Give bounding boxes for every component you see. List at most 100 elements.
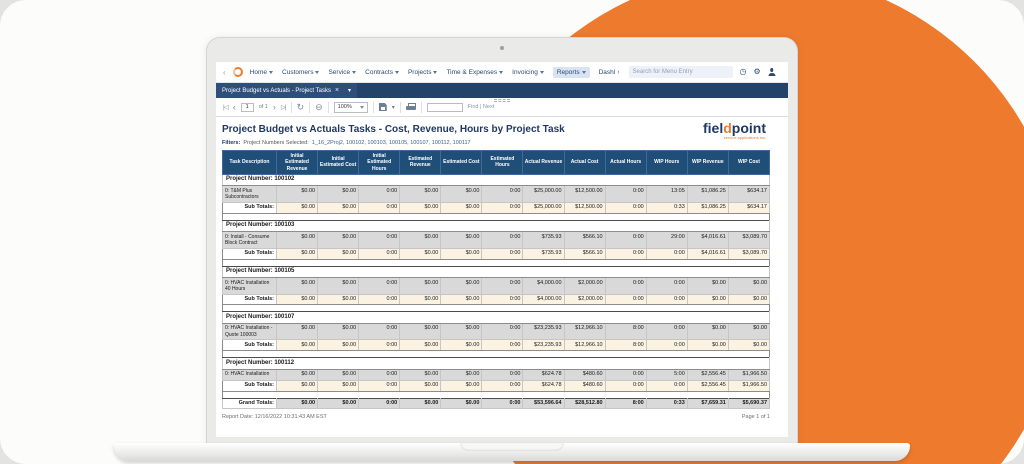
spacer-row bbox=[222, 391, 770, 398]
nav-item-time-expenses[interactable]: Time & Expenses bbox=[446, 69, 504, 76]
page-indicator: Page 1 of 1 bbox=[741, 414, 770, 421]
next-page-button[interactable]: › bbox=[273, 102, 276, 112]
column-header: Initial Estimated Revenue bbox=[275, 150, 319, 175]
report-tab[interactable]: Project Budget vs Actuals - Project Task… bbox=[216, 83, 358, 98]
report-page: Project Budget vs Actuals Tasks - Cost, … bbox=[216, 117, 788, 437]
nav-item-home[interactable]: Home bbox=[250, 69, 274, 76]
print-icon[interactable] bbox=[405, 103, 416, 111]
table-body: Project Number: 100102 0: T&M Plus Subcon… bbox=[222, 173, 771, 410]
toolbar-divider bbox=[309, 101, 311, 113]
sub-totals-row: Sub Totals: $0.00 $0.00 0:00 $0.00 $0.00 0:00 $… bbox=[222, 339, 771, 352]
column-header: WIP Revenue bbox=[686, 150, 729, 175]
nav-item-projects[interactable]: Projects bbox=[408, 69, 438, 76]
toolbar-divider bbox=[399, 101, 401, 113]
toolbar-divider bbox=[420, 101, 422, 113]
task-row: 0: HVAC Installation 40 Hours $0.00 $0.00 0… bbox=[222, 277, 771, 295]
first-page-button[interactable]: |◁ bbox=[223, 103, 229, 111]
project-number-cell: Project Number: 100112 bbox=[222, 357, 770, 370]
menu-search-input[interactable]: Search for Menu Entry bbox=[628, 66, 733, 78]
tab-menu-caret-icon[interactable]: ▾ bbox=[348, 87, 351, 94]
spacer-row bbox=[222, 304, 770, 312]
project-group-row: Project Number: 100102 bbox=[222, 173, 770, 187]
chevron-down-icon bbox=[499, 70, 504, 74]
nav-item-reports[interactable]: Reports bbox=[552, 66, 590, 78]
gear-icon[interactable]: ⚙ bbox=[754, 68, 761, 76]
fieldpoint-logo-tagline: service applications inc. bbox=[723, 135, 766, 140]
laptop-base bbox=[114, 443, 910, 461]
webcam-dot bbox=[500, 46, 504, 50]
find-next-label[interactable]: Find | Next bbox=[468, 104, 495, 110]
report-toolbar: |◁ ‹ 1 of 1 › ▷| ↻ ⊖ 100% ▾ Find | Next bbox=[216, 98, 788, 117]
filters-field-label: Project Numbers Selected: bbox=[243, 140, 309, 146]
clock-icon[interactable]: ◷ bbox=[740, 68, 747, 76]
export-caret-icon[interactable]: ▾ bbox=[392, 104, 395, 111]
toolbar-divider bbox=[327, 101, 329, 113]
project-group-row: Project Number: 100107 bbox=[222, 311, 770, 324]
fieldpoint-logo: fieldpoint service applications inc. bbox=[703, 121, 766, 140]
column-header: WIP Cost bbox=[727, 150, 771, 175]
chevron-down-icon bbox=[269, 70, 274, 74]
report-filters: Filters: Project Numbers Selected: 1_16_… bbox=[222, 140, 782, 146]
laptop-screen: ‹ Home Customers Service Contracts Projects T… bbox=[206, 37, 798, 444]
user-icon[interactable] bbox=[768, 68, 776, 76]
fieldpoint-app-logo-icon bbox=[232, 67, 243, 77]
column-header: WIP Hours bbox=[645, 150, 688, 175]
project-number-cell: Project Number: 100103 bbox=[222, 219, 770, 233]
report-table: Task Description Initial Estimated Revenu… bbox=[222, 150, 771, 410]
project-number-cell: Project Number: 100105 bbox=[222, 265, 770, 278]
filters-label: Filters: bbox=[222, 140, 241, 146]
column-header: Task Description bbox=[222, 150, 277, 175]
spacer-row bbox=[222, 259, 770, 266]
zoom-value: 100% bbox=[337, 104, 352, 110]
column-header: Actual Cost bbox=[563, 150, 606, 175]
nav-scroll-left-icon[interactable]: ‹ bbox=[223, 68, 226, 77]
nav-item-service[interactable]: Service bbox=[328, 69, 357, 76]
fieldpoint-logo-text: fieldpoint bbox=[702, 120, 766, 136]
zoom-select[interactable]: 100% bbox=[333, 101, 368, 113]
tab-title: Project Budget vs Actuals - Project Task… bbox=[222, 87, 331, 94]
chevron-down-icon bbox=[539, 70, 544, 74]
project-group-row: Project Number: 100105 bbox=[222, 265, 770, 278]
filters-value: 1_16_2Proj2, 100102, 100103, 100105, 100… bbox=[311, 140, 471, 146]
find-input[interactable] bbox=[426, 102, 463, 112]
column-header: Initial Estimated Hours bbox=[358, 150, 401, 175]
grand-totals-row: Grand Totals: $0.00 $0.00 0:00 $0.00 $0.00 0:0… bbox=[222, 397, 771, 410]
chevron-down-icon bbox=[581, 70, 586, 74]
last-page-button[interactable]: ▷| bbox=[281, 103, 287, 111]
refresh-button[interactable]: ↻ bbox=[297, 102, 305, 112]
nav-item-customers[interactable]: Customers bbox=[282, 69, 320, 76]
spacer-row bbox=[222, 350, 770, 358]
toolbar-divider bbox=[290, 101, 292, 113]
app-screen: ‹ Home Customers Service Contracts Projects T… bbox=[216, 62, 788, 437]
project-group-row: Project Number: 100103 bbox=[222, 219, 770, 233]
column-header: Estimated Cost bbox=[440, 150, 483, 175]
project-group-row: Project Number: 100112 bbox=[222, 357, 770, 370]
prev-page-button[interactable]: ‹ bbox=[233, 102, 236, 112]
task-row: 0: HVAC Installation - Quote 100003 $0.00… bbox=[222, 322, 771, 341]
sub-totals-row: Sub Totals: $0.00 $0.00 0:00 $0.00 $0.00 0:00 $… bbox=[222, 201, 771, 214]
splitter-handle[interactable] bbox=[494, 99, 510, 102]
project-number-cell: Project Number: 100107 bbox=[222, 311, 770, 324]
sub-totals-row: Sub Totals: $0.00 $0.00 0:00 $0.00 $0.00 0:00 $… bbox=[222, 379, 771, 392]
report-date: Report Date: 12/16/2022 10:31:43 AM EST bbox=[222, 414, 327, 421]
page-number-input[interactable]: 1 bbox=[240, 102, 254, 112]
column-header: Actual Revenue bbox=[522, 150, 565, 175]
nav-item-invoicing[interactable]: Invoicing bbox=[512, 69, 544, 76]
task-row: 0: Install - Consume Block Contract $0.00… bbox=[222, 231, 771, 249]
chevron-down-icon bbox=[433, 70, 438, 74]
background-card: ‹ Home Customers Service Contracts Projects T… bbox=[0, 0, 1024, 464]
export-save-icon[interactable] bbox=[378, 103, 387, 111]
nav-items: Home Customers Service Contracts Projects Tim… bbox=[250, 66, 620, 78]
nav-item-dashl[interactable]: Dashl › bbox=[599, 69, 620, 76]
back-to-parent-button[interactable]: ⊖ bbox=[315, 102, 323, 112]
nav-item-contracts[interactable]: Contracts bbox=[365, 69, 399, 76]
tab-bar: Project Budget vs Actuals - Project Task… bbox=[216, 83, 788, 98]
chevron-right-icon: › bbox=[617, 68, 620, 76]
page-count-label: of 1 bbox=[258, 104, 268, 110]
column-header: Initial Estimated Cost bbox=[317, 150, 360, 175]
tab-close-icon[interactable]: × bbox=[335, 87, 339, 94]
toolbar-divider bbox=[372, 101, 374, 113]
sub-totals-row: Sub Totals: $0.00 $0.00 0:00 $0.00 $0.00 0:00 $… bbox=[222, 293, 771, 306]
chevron-down-icon bbox=[359, 105, 364, 109]
column-header: Estimated Hours bbox=[481, 150, 524, 175]
